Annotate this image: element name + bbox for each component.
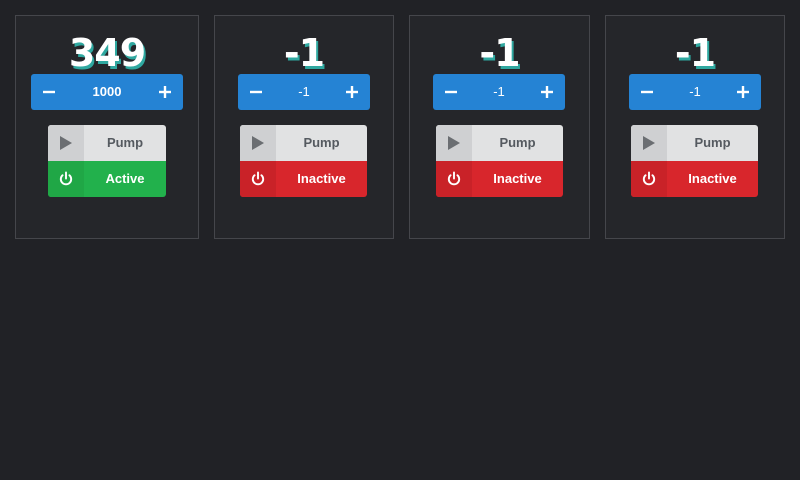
status-label: Inactive: [297, 171, 346, 186]
decrement-button[interactable]: [31, 74, 67, 110]
pump-label: Pump: [499, 135, 536, 150]
minus-icon: [641, 90, 653, 94]
stepper-value: -1: [493, 84, 505, 99]
decrement-button[interactable]: [238, 74, 274, 110]
plus-icon: [541, 86, 553, 98]
pump-button[interactable]: Pump: [631, 125, 758, 161]
pump-control: Pump Inactive: [631, 125, 758, 197]
play-icon: [252, 136, 264, 150]
play-icon: [60, 136, 72, 150]
amount-stepper: -1: [238, 74, 370, 110]
decrement-button[interactable]: [629, 74, 665, 110]
increment-button[interactable]: [725, 74, 761, 110]
plus-icon: [737, 86, 749, 98]
pump-button[interactable]: Pump: [436, 125, 563, 161]
minus-icon: [43, 90, 55, 94]
pump-panels: 349 1000 Pump Active -1 -1 Pump Inactive…: [0, 0, 800, 480]
amount-stepper: -1: [433, 74, 565, 110]
counter-value: -1: [479, 31, 520, 75]
decrement-button[interactable]: [433, 74, 469, 110]
plus-icon: [159, 86, 171, 98]
power-icon: [59, 171, 73, 186]
amount-stepper: -1: [629, 74, 761, 110]
counter-value: 349: [68, 31, 146, 75]
power-icon: [251, 171, 265, 186]
plus-icon: [346, 86, 358, 98]
status-label: Inactive: [688, 171, 737, 186]
increment-button[interactable]: [334, 74, 370, 110]
status-label: Active: [105, 171, 145, 186]
pump-control: Pump Inactive: [436, 125, 563, 197]
pump-label: Pump: [694, 135, 731, 150]
counter-value: -1: [283, 31, 325, 75]
counter-value: -1: [674, 31, 716, 75]
status-toggle[interactable]: Inactive: [631, 161, 758, 197]
pump-panel-1: 349 1000 Pump Active: [15, 15, 199, 239]
play-icon: [643, 136, 655, 150]
pump-control: Pump Active: [48, 125, 166, 197]
power-icon: [447, 171, 461, 186]
pump-panel-4: -1 -1 Pump Inactive: [605, 15, 785, 239]
minus-icon: [445, 90, 457, 94]
pump-label: Pump: [106, 135, 144, 150]
increment-button[interactable]: [529, 74, 565, 110]
stepper-value: -1: [298, 84, 310, 99]
pump-button[interactable]: Pump: [48, 125, 166, 161]
power-icon: [642, 171, 656, 186]
increment-button[interactable]: [147, 74, 183, 110]
pump-control: Pump Inactive: [240, 125, 367, 197]
stepper-value: -1: [689, 84, 701, 99]
pump-button[interactable]: Pump: [240, 125, 367, 161]
pump-label: Pump: [303, 135, 340, 150]
play-icon: [448, 136, 460, 150]
amount-stepper: 1000: [31, 74, 183, 110]
status-label: Inactive: [493, 171, 542, 186]
status-toggle[interactable]: Active: [48, 161, 166, 197]
status-toggle[interactable]: Inactive: [240, 161, 367, 197]
stepper-value: 1000: [92, 84, 122, 99]
pump-panel-3: -1 -1 Pump Inactive: [409, 15, 590, 239]
pump-panel-2: -1 -1 Pump Inactive: [214, 15, 394, 239]
minus-icon: [250, 90, 262, 94]
status-toggle[interactable]: Inactive: [436, 161, 563, 197]
